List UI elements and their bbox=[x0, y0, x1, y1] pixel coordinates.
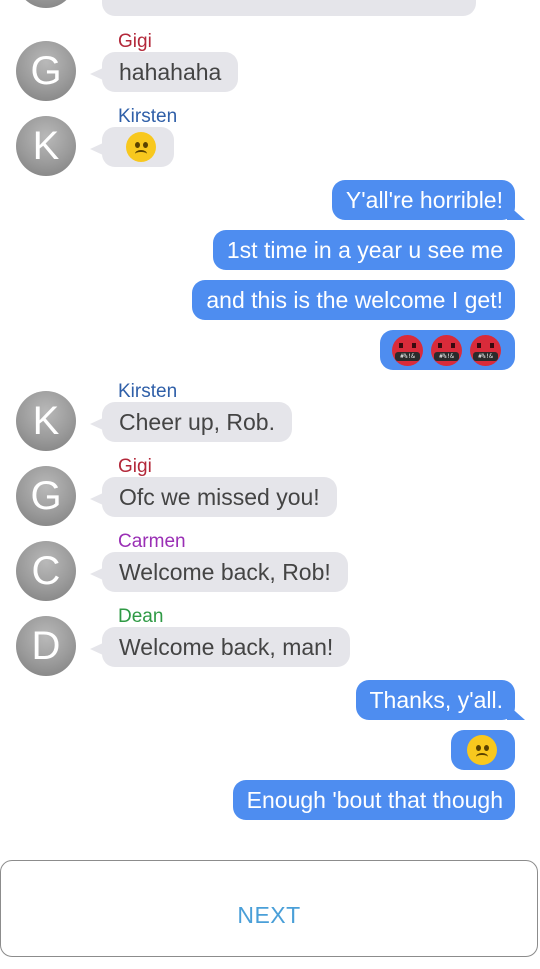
sender-name: Dean bbox=[118, 606, 164, 627]
message-bubble: Welcome back, Rob! bbox=[90, 552, 348, 592]
avatar bbox=[16, 0, 76, 8]
message-bubble: Enough 'bout that though bbox=[232, 780, 515, 820]
sender-name: Gigi bbox=[118, 31, 152, 52]
message-bubble: Thanks, y'all. bbox=[355, 680, 525, 720]
avatar: G bbox=[16, 466, 76, 526]
avatar: D bbox=[16, 616, 76, 676]
sad-face-icon bbox=[126, 132, 156, 163]
message-bubble: #%!& #%!& #%!& bbox=[380, 330, 515, 370]
message-bubble: 1st time in a year u see me bbox=[212, 230, 515, 270]
avatar: C bbox=[16, 541, 76, 601]
sender-name: Kirsten bbox=[118, 106, 178, 127]
sender-name: Carmen bbox=[118, 531, 186, 552]
message-bubble: Ofc we missed you! bbox=[90, 477, 337, 517]
message-bubble bbox=[451, 730, 515, 770]
message-bubble: Cheer up, Rob. bbox=[90, 402, 292, 442]
sender-name: Kirsten bbox=[118, 381, 178, 402]
next-button[interactable]: NEXT bbox=[0, 860, 538, 957]
message-bubble: hahahaha bbox=[89, 52, 239, 92]
angry-cursing-face-icon: #%!& bbox=[431, 334, 462, 366]
message-bubble: and this is the welcome I get! bbox=[192, 280, 515, 320]
avatar: G bbox=[16, 41, 76, 101]
angry-cursing-face-icon: #%!& bbox=[470, 334, 501, 366]
sad-face-icon bbox=[467, 735, 497, 766]
chat-thread: Gigi G hahahaha Kirsten K Y'all're horri… bbox=[0, 0, 540, 850]
message-bubble bbox=[90, 127, 174, 167]
angry-cursing-face-icon: #%!& bbox=[392, 334, 423, 366]
message-bubble: Y'all're horrible! bbox=[331, 180, 526, 220]
avatar: K bbox=[16, 116, 76, 176]
message-bubble: Welcome back, man! bbox=[89, 627, 351, 667]
message-bubble bbox=[102, 0, 476, 16]
sender-name: Gigi bbox=[118, 456, 152, 477]
avatar: K bbox=[16, 391, 76, 451]
